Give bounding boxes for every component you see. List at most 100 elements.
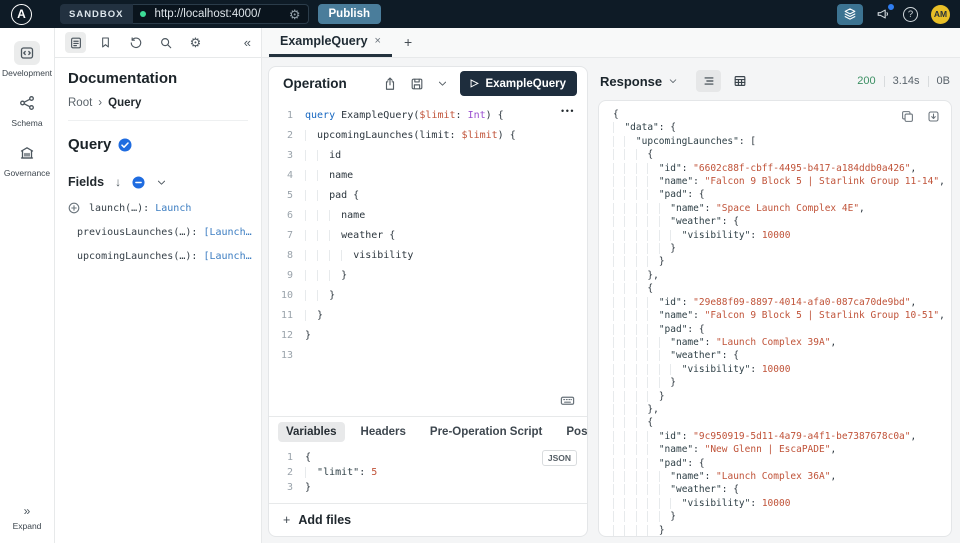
line-number: 2	[286, 130, 293, 141]
sidebar-item-governance[interactable]: Governance	[4, 141, 50, 178]
code-line: "name": "Launch Complex 39A",	[613, 336, 951, 349]
field-args: (…):	[173, 250, 198, 262]
code-line: "name": "New Glenn | EscaPADE",	[613, 443, 951, 456]
document-icon	[70, 37, 81, 48]
notification-dot	[888, 4, 894, 10]
field-row-previouslaunches[interactable]: previousLaunches(…): [Launch…	[68, 226, 252, 238]
variables-editor[interactable]: JSON 1{2 "limit": 5 3}	[269, 447, 587, 503]
breadcrumb: Root › Query	[68, 97, 248, 121]
code-line: "name": "Space Launch Complex 4E",	[613, 202, 951, 215]
new-tab-button[interactable]: +	[404, 35, 412, 49]
field-name: launch	[89, 202, 126, 214]
code-line: "pad": {	[613, 457, 951, 470]
announcements-button[interactable]	[876, 4, 894, 21]
response-size: 0B	[936, 75, 950, 87]
code-line: }	[613, 242, 951, 255]
sidebar-item-development[interactable]: Development	[2, 41, 52, 78]
response-body[interactable]: { "data": { "upcomingLaunches": [ { "id"…	[599, 101, 951, 536]
code-line: 2 "limit": 5	[269, 465, 587, 480]
sidebar-item-schema[interactable]: Schema	[11, 91, 43, 128]
connection-settings-icon[interactable]: ⚙	[289, 8, 301, 21]
documentation-tab-button[interactable]	[65, 32, 86, 53]
saved-operations-button[interactable]	[95, 32, 116, 53]
operation-title: Operation	[283, 76, 347, 91]
apollo-logo[interactable]: A	[11, 3, 32, 25]
response-title-dropdown[interactable]: Response	[600, 74, 678, 89]
filter-minus-icon[interactable]	[132, 175, 145, 189]
collapse-panel-icon[interactable]: «	[244, 35, 251, 50]
save-icon[interactable]	[410, 77, 424, 91]
breadcrumb-root[interactable]: Root	[68, 97, 92, 109]
docs-title: Documentation	[68, 70, 178, 87]
sort-fields-icon[interactable]: ↓	[115, 175, 121, 189]
line-number: 12	[280, 330, 293, 341]
code-line: 4 name	[269, 166, 587, 186]
line-number: 1	[286, 452, 293, 463]
add-field-icon[interactable]	[68, 202, 80, 214]
response-time: 3.14s	[892, 75, 920, 87]
code-line: "name": "Launch Complex 36A",	[613, 470, 951, 483]
code-line: "id": "29e88f09-8897-4014-afa0-087ca70de…	[613, 296, 951, 309]
download-icon[interactable]	[927, 110, 940, 123]
response-panel: { "data": { "upcomingLaunches": [ { "id"…	[598, 100, 952, 537]
play-icon: ▷	[470, 78, 479, 89]
breadcrumb-current: Query	[108, 97, 142, 109]
history-button[interactable]	[125, 32, 146, 53]
docs-toolbar: ⚙ «	[55, 28, 261, 58]
code-line: "name": "Falcon 9 Block 5 | Starlink Gro…	[613, 175, 951, 188]
fields-header: Fields ↓	[68, 175, 248, 189]
close-tab-icon[interactable]: ×	[375, 35, 381, 47]
chevron-down-icon[interactable]	[156, 177, 167, 188]
line-number: 10	[280, 290, 293, 301]
code-line: "weather": {	[613, 483, 951, 496]
selected-check-icon	[118, 138, 132, 151]
expand-rail-button[interactable]: » Expand	[13, 504, 42, 531]
raw-view-button[interactable]	[696, 70, 722, 92]
code-line: 9 }	[269, 266, 587, 286]
table-icon	[734, 76, 746, 86]
tab-headers[interactable]: Headers	[353, 422, 414, 442]
tab-examplequery[interactable]: ExampleQuery ×	[269, 27, 392, 57]
tab-post-operation-script[interactable]: Post-Operation Script	[558, 422, 587, 442]
field-name: upcomingLaunches	[77, 250, 174, 262]
code-line: "visibility": 10000	[613, 497, 951, 510]
add-files-label: Add files	[298, 513, 352, 527]
operation-panel: Operation ▷ ExampleQuery ••• 1 query Exam…	[268, 66, 588, 537]
field-type-link[interactable]: Launch	[155, 203, 191, 214]
add-files-button[interactable]: + Add files	[269, 503, 587, 536]
endpoint-group: SANDBOX http://localhost:4000/ ⚙	[60, 4, 309, 24]
field-row-launch[interactable]: launch(…): Launch	[68, 202, 248, 214]
response-stats: 200 3.14s 0B	[857, 75, 950, 87]
tab-variables[interactable]: Variables	[278, 422, 345, 442]
copy-icon[interactable]	[901, 110, 914, 123]
field-type-link[interactable]: [Launch…	[203, 227, 251, 238]
search-button[interactable]	[155, 32, 176, 53]
field-args: (…):	[125, 202, 150, 214]
field-row-upcominglaunches[interactable]: upcomingLaunches(…): [Launch…	[68, 250, 252, 262]
endpoint-url-input[interactable]: http://localhost:4000/ ⚙	[132, 4, 309, 24]
chevron-down-icon[interactable]	[437, 78, 448, 89]
operation-tab-bar: ExampleQuery × +	[262, 28, 960, 58]
fields-label: Fields	[68, 175, 105, 189]
sandbox-mode-button[interactable]	[837, 3, 863, 25]
run-operation-button[interactable]: ▷ ExampleQuery	[459, 71, 577, 96]
code-line: 7 weather {	[269, 226, 587, 246]
tab-label: ExampleQuery	[280, 33, 368, 48]
endpoint-url[interactable]: http://localhost:4000/	[155, 8, 289, 20]
editor-menu-icon[interactable]: •••	[561, 106, 575, 116]
share-icon[interactable]	[383, 76, 397, 91]
topbar-right: ? AM	[837, 3, 950, 25]
avatar[interactable]: AM	[931, 4, 950, 24]
publish-button[interactable]: Publish	[317, 4, 382, 24]
field-type-link[interactable]: [Launch…	[203, 251, 251, 262]
graphql-editor[interactable]: ••• 1 query ExampleQuery($limit: Int) {2 …	[269, 100, 587, 416]
line-number: 11	[280, 310, 293, 321]
tab-pre-operation-script[interactable]: Pre-Operation Script	[422, 422, 550, 442]
code-window-icon	[20, 47, 34, 59]
settings-button[interactable]: ⚙	[185, 32, 206, 53]
table-view-button[interactable]	[727, 70, 752, 92]
response-header: Response 200 3.14s 0B	[598, 66, 952, 96]
keyboard-shortcuts-icon[interactable]	[560, 393, 575, 408]
code-line: }	[613, 255, 951, 268]
help-button[interactable]: ?	[903, 6, 918, 22]
